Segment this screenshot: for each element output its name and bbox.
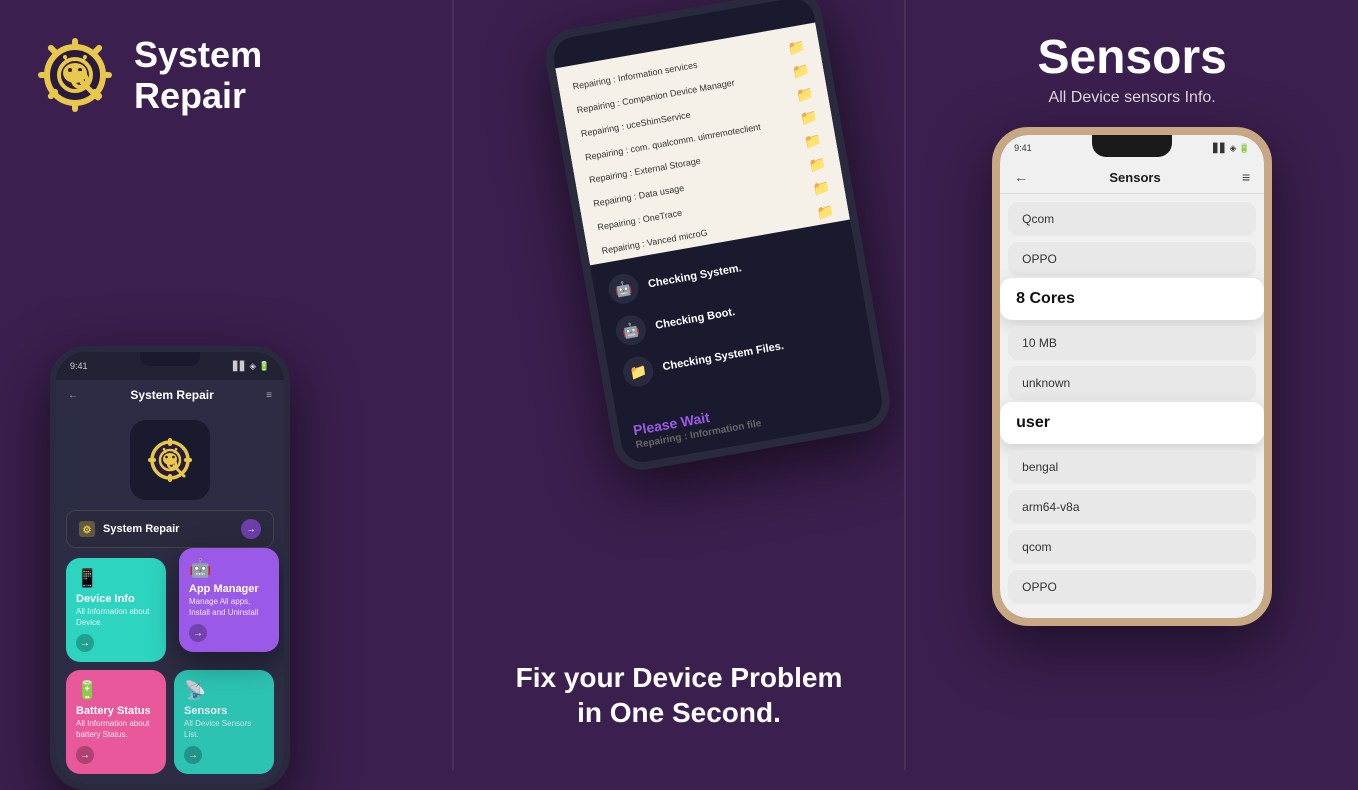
- phone1-app-icon: [130, 420, 210, 500]
- folder-icon-2: 📁: [790, 58, 811, 84]
- repair-btn[interactable]: ⚙ System Repair →: [66, 510, 274, 548]
- folder-icon-5: 📁: [803, 129, 824, 155]
- sensors-sub: All Device Sensors List.: [184, 719, 264, 740]
- phone1-content: ⚙ System Repair → 📱 Device Info All Info…: [56, 410, 284, 784]
- phone1-header: ← System Repair ≡: [56, 380, 284, 410]
- phone3-mockup: 9:41 ▋▋ ◈ 🔋 ← Sensors ≡ Qcom OPPO 8 Core…: [992, 127, 1272, 626]
- phone1-signal: ▋▋ ◈ 🔋: [233, 361, 270, 372]
- phone3-status-bar: 9:41 ▋▋ ◈ 🔋: [1000, 135, 1264, 161]
- sensor-arm64: arm64-v8a: [1008, 490, 1256, 524]
- folder-icon-1: 📁: [786, 35, 807, 61]
- svg-text:⚙: ⚙: [83, 525, 92, 536]
- app-manager-arrow[interactable]: →: [189, 624, 207, 642]
- sensor-oppo1: OPPO: [1008, 242, 1256, 276]
- panel2-bottom-text: Fix your Device Problem in One Second.: [516, 660, 843, 730]
- sensor-10mb: 10 MB: [1008, 326, 1256, 360]
- device-info-arrow[interactable]: →: [76, 634, 94, 652]
- phone3-menu-icon[interactable]: ≡: [1242, 169, 1250, 185]
- folder-icon-3: 📁: [794, 82, 815, 108]
- repair-btn-label: System Repair: [103, 523, 179, 535]
- battery-arrow[interactable]: →: [76, 746, 94, 764]
- app-manager-sub: Manage All apps, Install and Uninstall: [189, 597, 269, 618]
- app-grid: 📱 Device Info All Information about Devi…: [66, 558, 274, 774]
- check-files-icon: 📁: [621, 354, 656, 389]
- phone3-header: ← Sensors ≡: [1000, 161, 1264, 194]
- app-manager-title: App Manager: [189, 583, 269, 595]
- folder-icon-4: 📁: [798, 105, 819, 131]
- brand-logo: [30, 30, 120, 120]
- fix-text-line1: Fix your Device Problem: [516, 660, 843, 695]
- panel2: Repairing : Information services📁 Repair…: [454, 0, 905, 770]
- phone3-notch: [1092, 135, 1172, 157]
- device-info-title: Device Info: [76, 593, 156, 605]
- battery-sub: All Information about battery Status.: [76, 719, 156, 740]
- phone1-time: 9:41: [70, 361, 88, 371]
- sensors-card[interactable]: 📡 Sensors All Device Sensors List. →: [174, 670, 274, 774]
- folder-icon-6: 📁: [807, 152, 828, 178]
- battery-title: Battery Status: [76, 705, 156, 717]
- phone2-mockup: Repairing : Information services📁 Repair…: [539, 0, 819, 457]
- sensors-list: Qcom OPPO 8 Cores 10 MB unknown user ben…: [1000, 194, 1264, 618]
- check-files-label: Checking System Files.: [662, 340, 785, 373]
- brand-area: System Repair: [30, 30, 262, 120]
- phone3-header-title: Sensors: [1109, 170, 1160, 185]
- phone3-back-icon[interactable]: ←: [1014, 169, 1028, 185]
- phone3-signal: ▋▋ ◈ 🔋: [1213, 143, 1250, 154]
- phone1-header-title: System Repair: [78, 388, 266, 402]
- battery-status-card[interactable]: 🔋 Battery Status All Information about b…: [66, 670, 166, 774]
- brand-title: System Repair: [134, 34, 262, 117]
- device-info-card[interactable]: 📱 Device Info All Information about Devi…: [66, 558, 166, 662]
- sensors-title: Sensors: [184, 705, 264, 717]
- sensor-oppo2: OPPO: [1008, 570, 1256, 604]
- app-manager-card[interactable]: 🤖 App Manager Manage All apps, Install a…: [179, 548, 279, 652]
- back-icon[interactable]: ←: [68, 390, 78, 401]
- panel3: Sensors All Device sensors Info. 9:41 ▋▋…: [906, 0, 1358, 770]
- sensors-arrow[interactable]: →: [184, 746, 202, 764]
- fix-text-line2: in One Second.: [516, 695, 843, 730]
- phone1-mockup: 9:41 ▋▋ ◈ 🔋 ← System Repair ≡: [50, 346, 310, 790]
- folder-icon-8: 📁: [815, 199, 836, 225]
- menu-icon[interactable]: ≡: [266, 390, 272, 401]
- sensor-qcom: Qcom: [1008, 202, 1256, 236]
- panel1: System Repair 9:41 ▋▋ ◈ 🔋 ← System Repai…: [0, 0, 452, 770]
- sensor-qcom2: qcom: [1008, 530, 1256, 564]
- device-info-sub: All Information about Device.: [76, 607, 156, 628]
- sensor-8cores: 8 Cores: [1000, 278, 1264, 320]
- check-boot-label: Checking Boot.: [654, 306, 736, 332]
- panel3-subtitle: All Device sensors Info.: [1049, 89, 1216, 107]
- sensor-bengal: bengal: [1008, 450, 1256, 484]
- repair-arrow[interactable]: →: [241, 519, 261, 539]
- sensor-user: user: [1000, 402, 1264, 444]
- sensor-unknown: unknown: [1008, 366, 1256, 400]
- folder-icon-7: 📁: [811, 175, 832, 201]
- panel3-title: Sensors: [1037, 30, 1226, 85]
- phone3-time: 9:41: [1014, 143, 1032, 153]
- check-system-icon: 🤖: [606, 271, 641, 306]
- check-system-label: Checking System.: [647, 262, 742, 290]
- check-boot-icon: 🤖: [613, 313, 648, 348]
